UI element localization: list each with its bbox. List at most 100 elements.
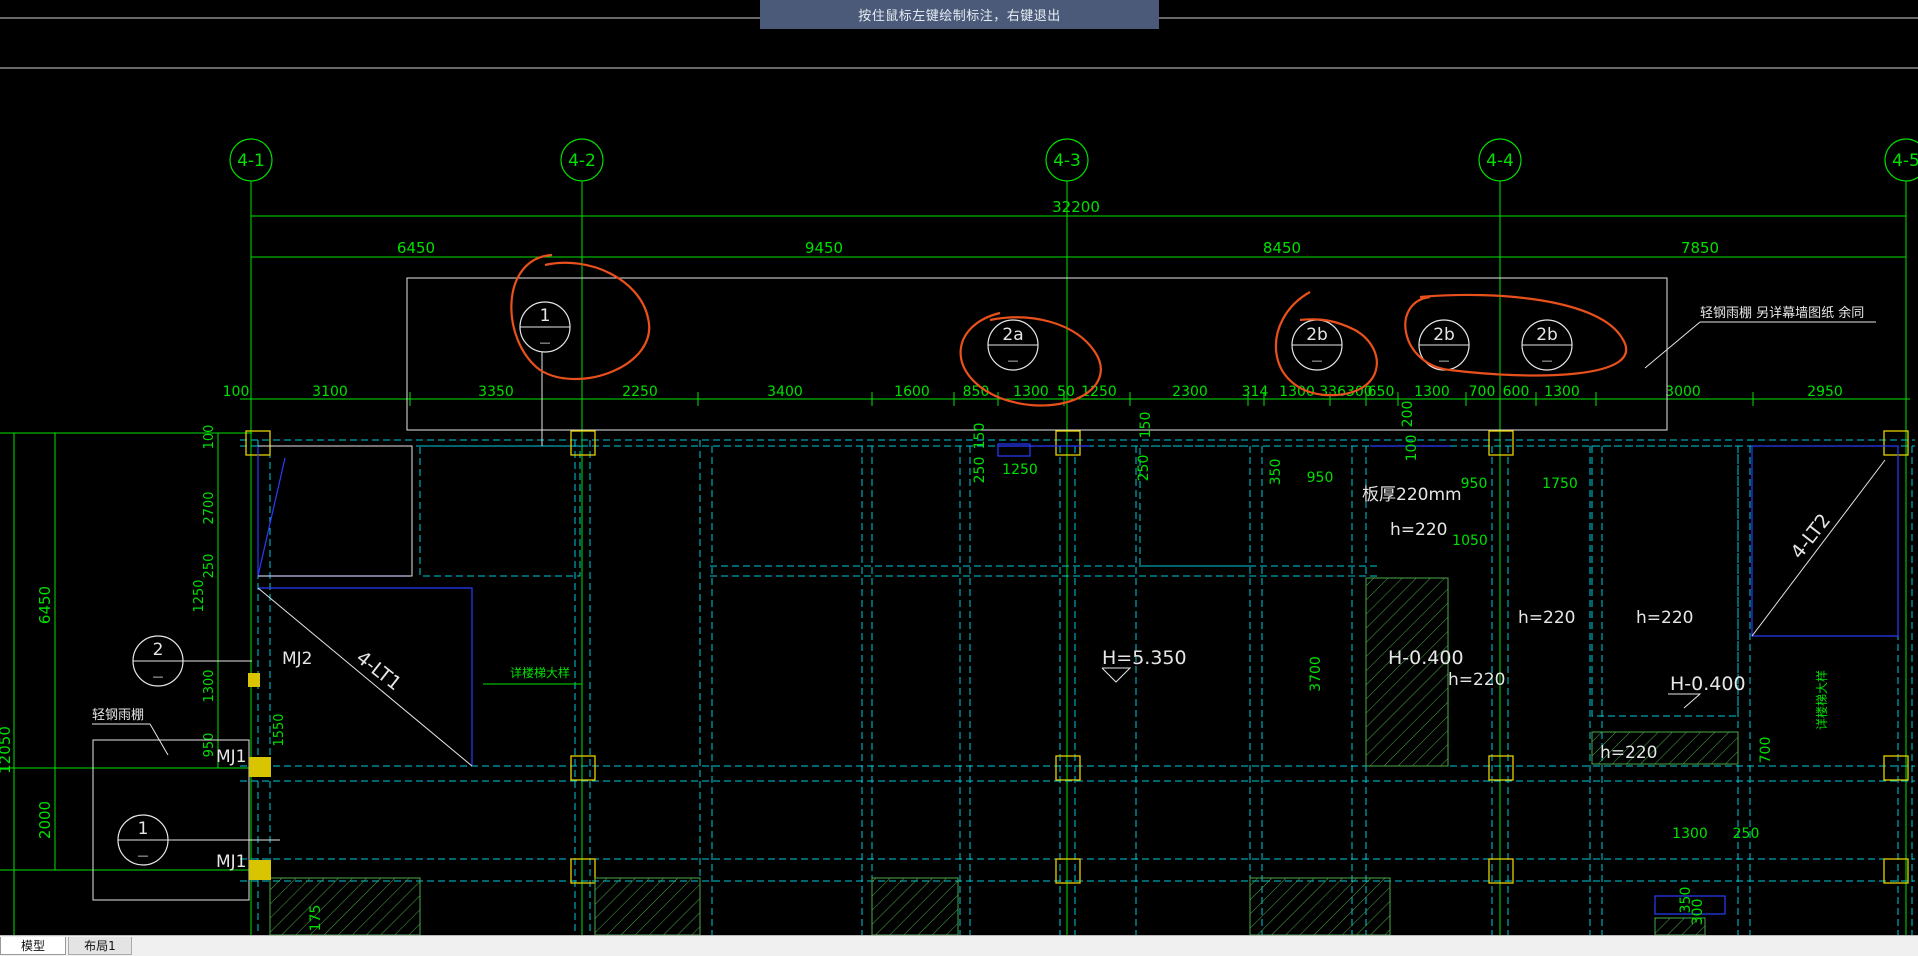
stair-detail-notes: 详楼梯大样 详楼梯大样 [483, 665, 1829, 730]
dim-inner: 700 [1758, 737, 1774, 764]
svg-text:1: 1 [138, 819, 149, 839]
h220-label: h=220 [1636, 608, 1693, 628]
dim-inner: 950 [1461, 476, 1488, 492]
section-callout-2b-3[interactable]: 2b — [1521, 319, 1573, 371]
svg-text:—: — [540, 336, 551, 349]
tab-model[interactable]: 模型 [0, 937, 66, 955]
elevation-label: H-0.400 [1388, 647, 1464, 669]
section-callout-2-left[interactable]: 2 — [132, 635, 252, 687]
elevation-label: H=5.350 [1102, 647, 1187, 669]
svg-text:—: — [1439, 354, 1450, 367]
grid-axis-4-2[interactable]: 4-2 [560, 138, 604, 182]
svg-text:1: 1 [540, 306, 551, 326]
dim-left: 12050 [0, 726, 14, 774]
svg-text:2b: 2b [1536, 325, 1558, 345]
svg-text:—: — [138, 849, 149, 862]
grid-axis-label: 4-4 [1486, 151, 1514, 171]
dim-inner: 250 [1733, 826, 1760, 842]
grid-lines-vertical [250, 181, 1907, 935]
dim-left-small: 1550 [272, 713, 287, 746]
section-callout-2a[interactable]: 2a — [987, 319, 1039, 371]
section-callout-1-left[interactable]: 1 — [117, 814, 280, 866]
dim-left-small: 1250 [192, 579, 207, 612]
dim-inner: 1050 [1452, 533, 1488, 549]
dim-sub: 3100 [312, 384, 348, 400]
svg-text:2b: 2b [1306, 325, 1328, 345]
svg-text:2: 2 [153, 640, 164, 660]
dim-sub: 1250 [1081, 384, 1117, 400]
dim-inner: 250 [1136, 455, 1152, 482]
section-callout-1-top[interactable]: 1 — [519, 301, 571, 446]
dim-left-small: 2700 [202, 491, 217, 524]
dim-inner: 350 [1678, 887, 1694, 914]
left-dimension-texts: 6450 12050 2000 100 2700 250 1250 1300 9… [0, 425, 287, 840]
dim-left: 2000 [36, 801, 54, 839]
dim-span: 7850 [1681, 239, 1719, 257]
dim-sub: 1300 [1544, 384, 1580, 400]
svg-text:2a: 2a [1002, 325, 1023, 345]
grid-axis-4-5[interactable]: 4-5 [1884, 138, 1918, 182]
dim-inner: 100 [1404, 435, 1420, 462]
note-canopy-top: 轻钢雨棚 另详幕墙图纸 余同 [1700, 305, 1864, 321]
h220-label: h=220 [1448, 670, 1505, 690]
note-canopy-left: 轻钢雨棚 [92, 708, 144, 723]
h220-label: h=220 [1600, 743, 1657, 763]
svg-text:2b: 2b [1433, 325, 1455, 345]
h220-label: h=220 [1518, 608, 1575, 628]
grid-axis-label: 4-2 [568, 151, 596, 171]
dim-left-small: 250 [202, 554, 217, 579]
columns [245, 430, 1909, 884]
dim-left-small: 100 [202, 425, 217, 450]
dim-total: 32200 [1052, 198, 1100, 216]
dim-sub: 2250 [622, 384, 658, 400]
dim-inner: 1250 [1002, 462, 1038, 478]
dim-span: 9450 [805, 239, 843, 257]
dim-inner: 150 [1138, 412, 1154, 439]
dim-sub: 850 [963, 384, 990, 400]
grid-axis-label: 4-1 [237, 151, 265, 171]
stair-detail-note: 详楼梯大样 [510, 665, 570, 680]
dim-sub: 2300 [1172, 384, 1208, 400]
svg-text:—: — [153, 670, 164, 683]
stair-walls [257, 443, 1899, 915]
dim-sub: 3000 [1665, 384, 1701, 400]
door-label: MJ1 [216, 852, 247, 872]
canopy-outline [406, 277, 1668, 431]
slab-thickness-label: 板厚220mm [1362, 485, 1462, 505]
dim-span: 6450 [397, 239, 435, 257]
dim-left-small: 950 [202, 733, 217, 758]
dim-sub: 100 [223, 384, 250, 400]
dim-sub: 1600 [894, 384, 930, 400]
command-prompt-banner: 按住鼠标左键绘制标注，右键退出 [760, 0, 1159, 29]
h220-label: h=220 [1390, 520, 1447, 540]
svg-text:—: — [1542, 354, 1553, 367]
dim-sub: 600 [1503, 384, 1530, 400]
dim-sub: 50 [1057, 384, 1075, 400]
cad-drawing-canvas[interactable]: 4-1 4-2 4-3 4-4 4-5 32200 6450 9450 8450… [0, 0, 1918, 955]
grid-axis-4-1[interactable]: 4-1 [229, 138, 273, 182]
dim-inner: 950 [1307, 470, 1334, 486]
tab-layout1[interactable]: 布局1 [68, 937, 132, 955]
grid-axis-label: 4-3 [1053, 151, 1081, 171]
dimension-lines [240, 215, 1910, 400]
dim-sub: 700 [1469, 384, 1496, 400]
svg-text:—: — [1312, 354, 1323, 367]
grid-axis-4-4[interactable]: 4-4 [1478, 138, 1522, 182]
dim-sub: 1300 [1013, 384, 1049, 400]
elevation-label: H-0.400 [1670, 673, 1746, 695]
dim-sub: 650 [1368, 384, 1395, 400]
dim-inner: 1750 [1542, 476, 1578, 492]
svg-text:—: — [1008, 354, 1019, 367]
door-label: MJ1 [216, 747, 247, 767]
dim-sub: 1300 [1414, 384, 1450, 400]
door-label: MJ2 [282, 649, 313, 669]
dim-inner: 150 [972, 423, 988, 450]
section-callout-2b-1[interactable]: 2b — [1291, 319, 1343, 371]
white-outlines [92, 445, 1886, 901]
dim-left: 6450 [36, 586, 54, 624]
dim-inner: 200 [1400, 401, 1416, 428]
grid-axis-4-3[interactable]: 4-3 [1045, 138, 1089, 182]
dim-inner: 350 [1268, 459, 1284, 486]
dim-inner: 1300 [1672, 826, 1708, 842]
beam-lines [240, 439, 1915, 935]
